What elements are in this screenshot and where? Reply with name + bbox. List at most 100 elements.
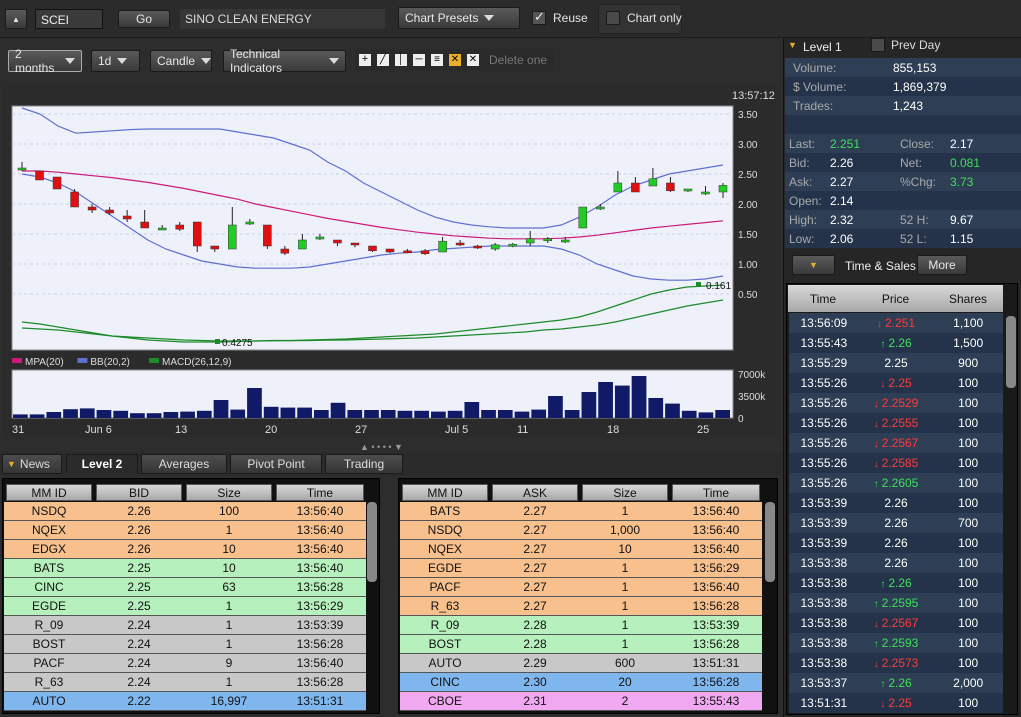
y-tick-label: 3.00 [738,140,758,151]
table-row[interactable]: NQEX 2.26 1 13:56:40 [4,521,366,540]
list-item[interactable]: 13:56:09 ↓ 2.251 1,100 [789,313,1003,333]
list-item[interactable]: 13:55:26 ↓ 2.25 100 [789,373,1003,393]
list-item[interactable]: 13:53:39 2.26 100 [789,493,1003,513]
price-chart[interactable]: 3.50 3.00 2.50 2.00 1.50 1.00 0.50 0.4275 0.161 M… [0,86,782,441]
ask_table-header-1[interactable]: ASK [492,484,578,501]
splitter-handle[interactable]: ▲ • • • • ▼ [360,442,403,452]
range-dropdown[interactable]: 2 months [8,47,82,75]
symbol-menu-button[interactable]: ▲ [5,9,27,29]
table-row[interactable]: BOST 2.28 1 13:56:28 [400,635,762,654]
ask_table-cell: 1 [621,599,629,613]
list-item[interactable]: 13:55:26 ↑ 2.2605 100 [789,473,1003,493]
table-row[interactable]: CINC 2.30 20 13:56:28 [400,673,762,692]
list-item[interactable]: 13:51:31 ↓ 2.25 100 [789,693,1003,713]
list-item[interactable]: 13:53:38 ↑ 2.2595 100 [789,593,1003,613]
list-item[interactable]: 13:55:26 ↓ 2.2555 100 [789,413,1003,433]
chart-style-dropdown[interactable]: Candle [150,50,212,72]
table-row[interactable]: PACF 2.27 1 13:56:40 [400,578,762,597]
list-item[interactable]: 13:55:26 ↓ 2.2585 100 [789,453,1003,473]
time-sales-scrollbar[interactable] [1006,316,1016,388]
table-row[interactable]: NSDQ 2.27 1,000 13:56:40 [400,521,762,540]
table-row[interactable]: BOST 2.24 1 13:56:28 [4,635,366,654]
list-item[interactable]: 13:53:38 ↑ 2.26 100 [789,573,1003,593]
interval-dropdown[interactable]: 1d [91,50,140,72]
list-item[interactable]: 13:55:29 2.25 900 [789,353,1003,373]
table-row[interactable]: R_63 2.27 1 13:56:28 [400,597,762,616]
ask_table-cell: BATS [429,504,461,518]
ask_table-header-0[interactable]: MM ID [402,484,488,501]
crosshair-icon[interactable]: + [359,54,371,66]
ts-price-value: 2.2585 [881,456,919,470]
list-item[interactable]: 13:53:38 2.26 100 [789,553,1003,573]
technical-indicators-dropdown[interactable]: Technical Indicators [223,47,346,75]
delete-icon[interactable]: ✕ [467,54,479,66]
tab-level-2[interactable]: Level 2 [66,454,138,474]
ts-price: ↑ 2.2595 [859,596,934,610]
bid_table-header-2[interactable]: Size [186,484,272,501]
trendline-icon[interactable]: ╱ [377,54,389,66]
table-row[interactable]: BATS 2.27 1 13:56:40 [400,502,762,521]
list-item[interactable]: 13:55:26 ↓ 2.2567 100 [789,433,1003,453]
table-row[interactable]: EDGX 2.26 10 13:56:40 [4,540,366,559]
bid-scrollbar[interactable] [367,502,377,582]
ask_table-header-2[interactable]: Size [582,484,668,501]
candle [683,188,693,192]
prev-day-checkbox[interactable] [871,38,885,52]
bid_table-header-0[interactable]: MM ID [6,484,92,501]
list-item[interactable]: 13:55:26 ↓ 2.2529 100 [789,393,1003,413]
list-item[interactable]: 13:53:38 ↓ 2.2567 100 [789,613,1003,633]
reuse-checkbox[interactable]: ✓ [532,9,546,25]
ts-shares: 1,500 [953,336,984,350]
bid_table-cell: 13:56:40 [296,656,344,670]
table-row[interactable]: R_09 2.24 1 13:53:39 [4,616,366,635]
table-row[interactable]: PACF 2.24 9 13:56:40 [4,654,366,673]
ts-price: 2.26 [859,496,934,510]
bid_table-header-3[interactable]: Time [276,484,364,501]
table-row[interactable]: CBOE 2.31 2 13:55:43 [400,692,762,711]
tab-news[interactable]: ▼ News [2,454,62,474]
ask-scrollbar[interactable] [765,502,775,582]
bid_table-cell: PACF [33,656,65,670]
symbol-input[interactable]: SCEI [35,9,103,29]
table-row[interactable]: EGDE 2.25 1 13:56:29 [4,597,366,616]
list-item[interactable]: 13:53:38 ↓ 2.2573 100 [789,653,1003,673]
company-name: SINO CLEAN ENERGY [180,9,385,29]
table-row[interactable]: BATS 2.25 10 13:56:40 [4,559,366,578]
bid_table-cell: 13:56:40 [296,542,344,556]
bid_table-cell: 13:56:40 [296,523,344,537]
tab-averages[interactable]: Averages [141,454,227,474]
fibonacci-icon[interactable]: ≡ [431,54,443,66]
table-row[interactable]: NQEX 2.27 10 13:56:40 [400,540,762,559]
table-row[interactable]: R_09 2.28 1 13:53:39 [400,616,762,635]
delete-all-icon[interactable]: ✕ [449,54,461,66]
list-item[interactable]: 13:53:39 2.26 700 [789,513,1003,533]
chevron-down-icon[interactable]: ▼ [788,40,797,50]
ts-price: ↓ 2.25 [859,696,934,710]
bid_table-header-1[interactable]: BID [96,484,182,501]
table-row[interactable]: AUTO 2.22 16,997 13:51:31 [4,692,366,711]
table-row[interactable]: R_63 2.24 1 13:56:28 [4,673,366,692]
ts-shares: 100 [958,616,979,630]
time-sales-menu-button[interactable]: ▼ [792,255,835,275]
table-row[interactable]: CINC 2.25 63 13:56:28 [4,578,366,597]
tab-pivot-point[interactable]: Pivot Point [230,454,322,474]
horizontal-line-icon[interactable]: ─ [413,54,425,66]
ts-price-value: 2.251 [884,316,916,330]
tab-trading[interactable]: Trading [325,454,403,474]
vertical-line-icon[interactable]: │ [395,54,407,66]
volume-bar [665,403,680,418]
more-button[interactable]: More [917,255,967,275]
list-item[interactable]: 13:53:39 2.26 100 [789,533,1003,553]
table-row[interactable]: AUTO 2.29 600 13:51:31 [400,654,762,673]
delete-one-label[interactable]: Delete one [489,53,547,67]
table-row[interactable]: NSDQ 2.26 100 13:56:40 [4,502,366,521]
ask_table-header-3[interactable]: Time [672,484,760,501]
table-row[interactable]: EGDE 2.27 1 13:56:29 [400,559,762,578]
list-item[interactable]: 13:53:38 ↑ 2.2593 100 [789,633,1003,653]
chart-presets-dropdown[interactable]: Chart Presets [398,7,520,29]
list-item[interactable]: 13:53:37 ↑ 2.26 2,000 [789,673,1003,693]
ts-price: ↑ 2.26 [859,336,934,350]
list-item[interactable]: 13:55:43 ↑ 2.26 1,500 [789,333,1003,353]
go-button[interactable]: Go [118,10,170,28]
chart-only-checkbox[interactable] [606,11,620,25]
